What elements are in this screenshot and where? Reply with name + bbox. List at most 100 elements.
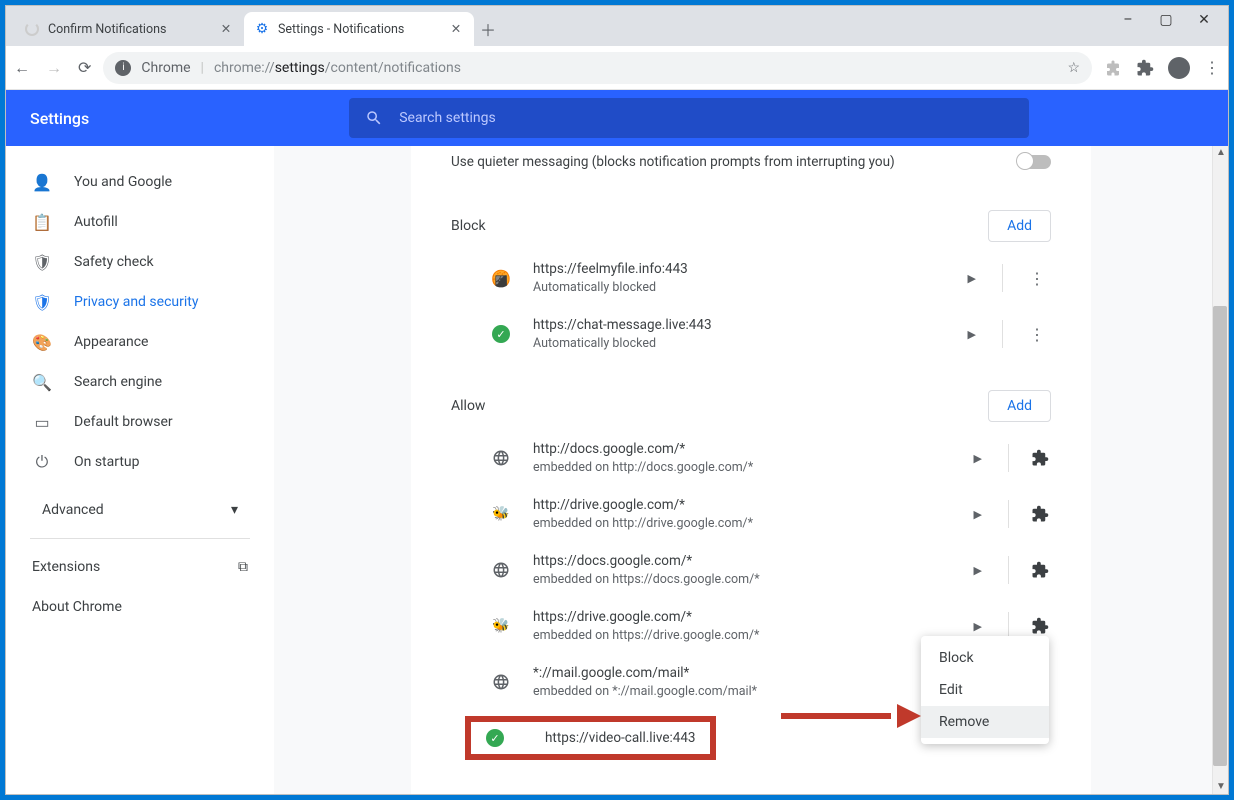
reload-button[interactable]: ⟳ — [78, 58, 91, 77]
sidebar-about-chrome[interactable]: About Chrome — [14, 587, 266, 627]
sidebar-item-safety-check[interactable]: 🛡Safety check — [14, 242, 266, 282]
site-sub: embedded on http://docs.google.com/* — [533, 459, 753, 477]
browser-icon: ▭ — [32, 413, 52, 432]
chrome-menu-icon[interactable]: ⋮ — [1204, 58, 1220, 77]
extension-puzzle-icon[interactable] — [1029, 447, 1051, 469]
expand-arrow-icon[interactable]: ▶ — [968, 446, 988, 471]
extensions-label: Extensions — [32, 559, 100, 575]
minimize-button[interactable]: – — [1118, 12, 1138, 28]
site-menu-button[interactable]: ⋮ — [1023, 263, 1051, 294]
block-site-row: 🍘 https://feelmyfile.info:443 Automatica… — [451, 250, 1051, 306]
tab-title: Confirm Notifications — [48, 22, 166, 37]
extension-puzzle-icon[interactable] — [1029, 503, 1051, 525]
close-window-button[interactable]: ✕ — [1194, 12, 1214, 28]
maximize-button[interactable]: ▢ — [1156, 12, 1176, 28]
site-url: http://drive.google.com/* — [533, 496, 753, 515]
sidebar-item-you-and-google[interactable]: 👤You and Google — [14, 162, 266, 202]
block-add-button[interactable]: Add — [988, 210, 1051, 242]
quieter-messaging-row: Use quieter messaging (blocks notificati… — [451, 154, 1051, 182]
sidebar-item-label: Autofill — [74, 214, 118, 230]
tab-confirm-notifications[interactable]: Confirm Notifications ✕ — [14, 12, 244, 46]
shield-check-icon: 🛡 — [32, 253, 52, 272]
scrollbar[interactable]: ▲ ▼ — [1212, 146, 1228, 794]
url-text: chrome://settings/content/notifications — [214, 60, 461, 76]
allow-section-header: Allow Add — [451, 390, 1051, 422]
open-external-icon: ⧉ — [238, 559, 248, 575]
globe-icon — [491, 448, 511, 468]
tab-settings-notifications[interactable]: ⚙ Settings - Notifications ✕ — [244, 12, 474, 46]
about-label: About Chrome — [32, 599, 122, 615]
quieter-messaging-label: Use quieter messaging (blocks notificati… — [451, 154, 895, 170]
globe-icon — [491, 560, 511, 580]
extensions-disabled-icon[interactable] — [1104, 59, 1122, 77]
shield-icon: 🛡 — [32, 293, 52, 312]
expand-arrow-icon[interactable]: ▶ — [968, 614, 988, 639]
close-tab-icon[interactable]: ✕ — [448, 21, 464, 37]
extension-puzzle-icon[interactable] — [1029, 559, 1051, 581]
allow-site-row: http://docs.google.com/*embedded on http… — [451, 430, 1051, 486]
bee-icon: 🐝 — [491, 504, 511, 524]
site-sub: Automatically blocked — [533, 335, 712, 353]
extensions-icon[interactable] — [1136, 59, 1154, 77]
close-tab-icon[interactable]: ✕ — [218, 21, 234, 37]
settings-search[interactable]: Search settings — [349, 98, 1029, 138]
settings-gear-icon: ⚙ — [254, 21, 270, 37]
allow-site-row: https://docs.google.com/*embedded on htt… — [451, 542, 1051, 598]
advanced-label: Advanced — [42, 502, 104, 518]
back-button[interactable]: ← — [14, 58, 30, 78]
quieter-messaging-toggle[interactable] — [1017, 155, 1051, 169]
globe-icon — [491, 672, 511, 692]
expand-arrow-icon[interactable]: ▶ — [968, 502, 988, 527]
ctx-block[interactable]: Block — [921, 642, 1049, 674]
tab-title: Settings - Notifications — [278, 22, 404, 37]
sidebar-advanced[interactable]: Advanced▾ — [24, 490, 256, 530]
ctx-edit[interactable]: Edit — [921, 674, 1049, 706]
allow-add-button[interactable]: Add — [988, 390, 1051, 422]
address-bar[interactable]: i Chrome | chrome://settings/content/not… — [103, 52, 1092, 84]
new-tab-button[interactable]: ＋ — [474, 15, 502, 43]
sidebar-extensions[interactable]: Extensions ⧉ — [14, 547, 266, 587]
sidebar-item-search-engine[interactable]: 🔍Search engine — [14, 362, 266, 402]
separator — [1008, 500, 1009, 528]
bookmark-star-icon[interactable]: ☆ — [1067, 60, 1080, 76]
sidebar-item-default-browser[interactable]: ▭ Default browser — [14, 402, 266, 442]
site-url: https://feelmyfile.info:443 — [533, 260, 688, 279]
site-url: https://drive.google.com/* — [533, 608, 759, 627]
sidebar-item-privacy-security[interactable]: 🛡Privacy and security — [14, 282, 266, 322]
loading-spinner-icon — [24, 21, 40, 37]
expand-arrow-icon[interactable]: ▶ — [962, 322, 982, 347]
search-icon — [365, 109, 383, 127]
check-icon: ✓ — [491, 324, 511, 344]
scroll-thumb[interactable] — [1213, 306, 1227, 766]
site-sub: Automatically blocked — [533, 279, 688, 297]
sidebar-item-appearance[interactable]: 🎨Appearance — [14, 322, 266, 362]
expand-arrow-icon[interactable]: ▶ — [968, 558, 988, 583]
profile-avatar-icon[interactable] — [1168, 57, 1190, 79]
palette-icon: 🎨 — [32, 333, 52, 352]
ctx-remove[interactable]: Remove — [921, 706, 1049, 738]
site-context-menu: Block Edit Remove — [921, 636, 1049, 744]
scroll-up-icon[interactable]: ▲ — [1214, 146, 1228, 160]
sidebar-item-autofill[interactable]: 📋Autofill — [14, 202, 266, 242]
settings-main: Use quieter messaging (blocks notificati… — [274, 146, 1228, 794]
site-sub: embedded on https://drive.google.com/* — [533, 627, 759, 645]
extension-puzzle-icon[interactable] — [1029, 615, 1051, 637]
sidebar-item-on-startup[interactable]: ⏻On startup — [14, 442, 266, 482]
block-section-header: Block Add — [451, 210, 1051, 242]
forward-button[interactable]: → — [46, 58, 62, 78]
site-sub: embedded on http://drive.google.com/* — [533, 515, 753, 533]
sidebar-item-label: Search engine — [74, 374, 162, 390]
check-icon: ✓ — [485, 728, 505, 748]
settings-title: Settings — [30, 109, 89, 128]
separator — [1008, 556, 1009, 584]
site-menu-button[interactable]: ⋮ — [1023, 319, 1051, 350]
site-sub: embedded on *://mail.google.com/mail* — [533, 683, 757, 701]
sidebar-item-label: You and Google — [74, 174, 172, 190]
site-info-icon[interactable]: i — [115, 60, 131, 76]
add-label: Add — [1007, 398, 1032, 414]
block-label: Block — [451, 218, 486, 234]
expand-arrow-icon[interactable]: ▶ — [962, 266, 982, 291]
site-url: https://video-call.live:443 — [545, 730, 696, 746]
sidebar-item-label: Default browser — [74, 414, 173, 430]
scroll-down-icon[interactable]: ▼ — [1214, 780, 1228, 794]
